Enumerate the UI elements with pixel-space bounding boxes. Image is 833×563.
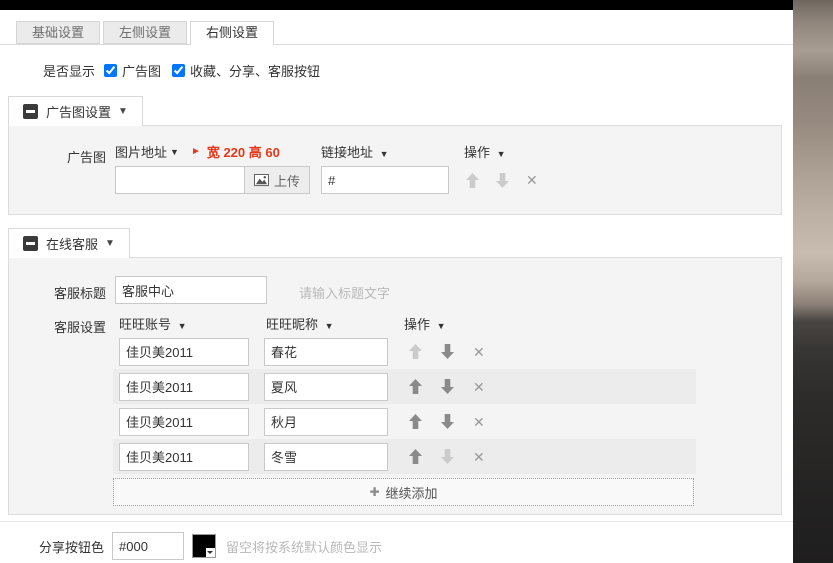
collapse-minus-icon[interactable] (23, 104, 38, 119)
service-section-header[interactable]: 在线客服 ▼ (8, 228, 130, 258)
account-column-header[interactable]: 旺旺账号 (119, 317, 171, 332)
row-ops: ✕ (409, 449, 485, 464)
service-section-panel: 客服标题 请输入标题文字 客服设置 旺旺账号 ▼ 旺旺昵称 ▼ 操作 ▼ (8, 257, 782, 515)
account-input[interactable] (119, 443, 249, 471)
link-url-column-header[interactable]: 链接地址 (321, 145, 373, 160)
move-down-icon[interactable] (441, 449, 454, 464)
account-input[interactable] (119, 338, 249, 366)
nickname-column-header[interactable]: 旺旺昵称 (266, 317, 318, 332)
delete-icon[interactable]: ✕ (473, 345, 485, 359)
ad-section-header[interactable]: 广告图设置 ▼ (8, 96, 143, 126)
share-color-hint: 留空将按系统默认颜色显示 (226, 537, 382, 556)
plus-icon: ✚ (369, 485, 379, 499)
row-ops: ✕ (409, 379, 485, 394)
table-row: ✕ (113, 334, 696, 369)
move-up-icon[interactable] (466, 173, 479, 188)
top-black-bar (0, 0, 793, 10)
color-picker-corner-icon (206, 548, 215, 557)
nickname-input[interactable] (264, 408, 388, 436)
image-url-column-header[interactable]: 图片地址 (115, 142, 167, 161)
ad-link-url-input[interactable] (321, 166, 449, 194)
table-row: ✕ (113, 439, 696, 474)
chevron-down-icon: ▼ (178, 321, 187, 331)
ad-visible-checkbox[interactable] (104, 64, 117, 77)
display-option-ad: 广告图 (104, 61, 161, 80)
ad-section-panel: 广告图 图片地址 ▼ ► 宽 220 高 60 链接地址 ▼ 操作 ▼ (8, 125, 782, 215)
delete-icon[interactable]: ✕ (526, 173, 538, 187)
add-more-button[interactable]: ✚ 继续添加 (113, 478, 694, 506)
chevron-down-icon: ▼ (105, 238, 115, 249)
share-color-input[interactable] (112, 532, 184, 560)
tab-left-settings[interactable]: 左侧设置 (103, 21, 187, 44)
tab-right-settings[interactable]: 右侧设置 (190, 21, 274, 45)
chevron-down-icon: ▼ (497, 149, 506, 159)
chevron-down-icon: ▼ (118, 106, 128, 117)
chevron-down-icon: ▼ (437, 321, 446, 331)
nickname-input[interactable] (264, 338, 388, 366)
row-ops: ✕ (409, 344, 485, 359)
move-up-icon[interactable] (409, 449, 422, 464)
display-option-buttons: 收藏、分享、客服按钮 (172, 61, 320, 80)
delete-icon[interactable]: ✕ (473, 450, 485, 464)
nickname-input[interactable] (264, 373, 388, 401)
row-ops: ✕ (409, 414, 485, 429)
chevron-down-icon: ▼ (380, 149, 389, 159)
move-down-icon[interactable] (441, 379, 454, 394)
table-row: ✕ (113, 404, 696, 439)
collapse-minus-icon[interactable] (23, 236, 38, 251)
share-color-label: 分享按钮色 (0, 537, 104, 556)
ops-column-header[interactable]: 操作 (404, 317, 430, 332)
nickname-input[interactable] (264, 443, 388, 471)
chevron-down-icon: ▼ (170, 147, 179, 157)
upload-button-label: 上传 (274, 171, 300, 190)
ad-section-title: 广告图设置 (46, 102, 111, 121)
move-up-icon[interactable] (409, 414, 422, 429)
size-hint-text: 宽 220 高 60 (207, 142, 280, 161)
account-input[interactable] (119, 408, 249, 436)
move-down-icon[interactable] (441, 414, 454, 429)
move-up-icon[interactable] (409, 379, 422, 394)
service-table: 旺旺账号 ▼ 旺旺昵称 ▼ 操作 ▼ ✕ (113, 312, 696, 506)
service-title-label: 客服标题 (9, 283, 106, 302)
move-down-icon[interactable] (441, 344, 454, 359)
service-title-hint: 请输入标题文字 (299, 283, 390, 302)
ad-row-label: 广告图 (9, 147, 106, 166)
image-size-hint: ► 宽 220 高 60 (191, 142, 280, 161)
buttons-visible-label: 收藏、分享、客服按钮 (190, 61, 320, 80)
display-options-label: 是否显示 (43, 61, 95, 80)
chevron-down-icon: ▼ (325, 321, 334, 331)
upload-button[interactable]: 上传 (244, 166, 310, 194)
account-input[interactable] (119, 373, 249, 401)
color-picker-swatch[interactable] (192, 534, 216, 558)
page: 基础设置 左侧设置 右侧设置 是否显示 广告图 收藏、分享、客服按钮 广告图设置… (0, 0, 833, 563)
delete-icon[interactable]: ✕ (473, 380, 485, 394)
table-row: ✕ (113, 369, 696, 404)
service-settings-label: 客服设置 (9, 317, 106, 336)
service-section-title: 在线客服 (46, 234, 98, 253)
settings-tabbar: 基础设置 左侧设置 右侧设置 (0, 21, 793, 45)
service-table-header: 旺旺账号 ▼ 旺旺昵称 ▼ 操作 ▼ (113, 312, 696, 334)
ad-row-ops: ✕ (466, 166, 538, 194)
ad-ops-column-header[interactable]: 操作 (464, 145, 490, 160)
share-color-row: 分享按钮色 留空将按系统默认颜色显示 (0, 532, 382, 560)
image-icon (254, 174, 269, 187)
size-hint-arrow-icon: ► (191, 146, 201, 157)
add-more-label: 继续添加 (386, 483, 438, 502)
move-down-icon[interactable] (496, 173, 509, 188)
tab-basic-settings[interactable]: 基础设置 (16, 21, 100, 44)
buttons-visible-checkbox[interactable] (172, 64, 185, 77)
decor-photo (793, 0, 833, 563)
move-up-icon[interactable] (409, 344, 422, 359)
display-options-row: 是否显示 广告图 收藏、分享、客服按钮 (43, 60, 331, 80)
ad-image-url-input[interactable] (115, 166, 245, 194)
divider (0, 521, 793, 522)
ad-visible-label: 广告图 (122, 61, 161, 80)
delete-icon[interactable]: ✕ (473, 415, 485, 429)
service-title-input[interactable] (115, 276, 267, 304)
